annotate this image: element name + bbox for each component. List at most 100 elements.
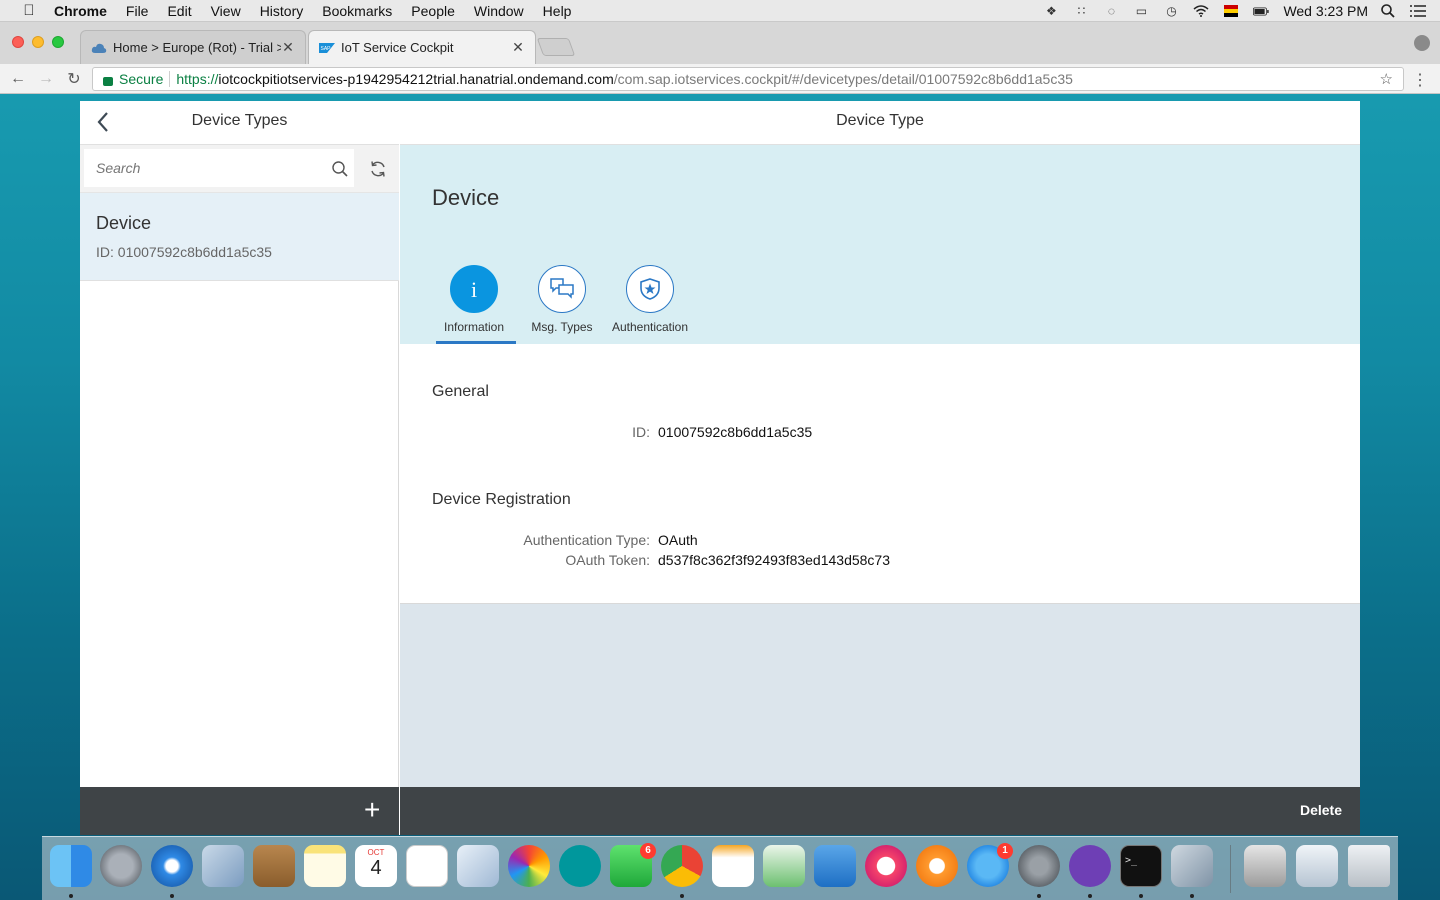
- applications-folder-icon[interactable]: [1244, 845, 1286, 887]
- arduino-icon[interactable]: [559, 845, 601, 887]
- wifi-icon[interactable]: [1193, 4, 1209, 18]
- airplay-icon[interactable]: ▭: [1133, 4, 1149, 18]
- downloads-stack-icon[interactable]: [1296, 845, 1338, 887]
- notes-icon[interactable]: [304, 845, 346, 887]
- menu-edit[interactable]: Edit: [167, 3, 191, 19]
- time-machine-icon[interactable]: ◷: [1163, 4, 1179, 18]
- apple-icon[interactable]: : [18, 2, 40, 19]
- dock: OCT 4 6 1 >_: [42, 836, 1398, 900]
- forward-arrow-icon[interactable]: →: [36, 70, 56, 88]
- github-desktop-icon[interactable]: [1069, 845, 1111, 887]
- spiral-icon[interactable]: ◌: [1103, 4, 1119, 18]
- image-capture-icon[interactable]: [1171, 845, 1213, 887]
- master-title: Device Types: [191, 112, 288, 129]
- master-pane: Device Types Device ID: 01007592c8b6dd1a…: [80, 101, 399, 835]
- spotlight-icon[interactable]: [1380, 4, 1396, 18]
- battery-icon[interactable]: [1253, 4, 1270, 18]
- information-content: General ID: 01007592c8b6dd1a5c35 Device …: [400, 344, 1360, 604]
- reminders-icon[interactable]: [406, 845, 448, 887]
- input-flag-icon[interactable]: [1223, 4, 1239, 18]
- id-label: ID:: [632, 424, 650, 440]
- search-input[interactable]: [84, 149, 354, 187]
- tab-information[interactable]: i Information: [434, 265, 516, 345]
- tab-msg-types[interactable]: Msg. Types: [522, 265, 602, 345]
- close-window-button[interactable]: [12, 36, 24, 48]
- list-item-title: Device: [96, 213, 152, 233]
- calendar-day: 4: [370, 857, 382, 879]
- profile-icon[interactable]: [1414, 35, 1430, 51]
- list-item-device[interactable]: Device ID: 01007592c8b6dd1a5c35: [80, 193, 399, 281]
- menu-history[interactable]: History: [260, 3, 304, 19]
- calendar-month: OCT: [367, 848, 385, 857]
- section-title-general: General: [432, 383, 489, 400]
- notification-center-icon[interactable]: [1410, 4, 1426, 18]
- keynote-icon[interactable]: [814, 845, 856, 887]
- add-icon[interactable]: +: [364, 796, 380, 824]
- photos-icon[interactable]: [508, 845, 550, 887]
- minimize-window-button[interactable]: [32, 36, 44, 48]
- app-store-badge: 1: [997, 843, 1013, 859]
- id-value: 01007592c8b6dd1a5c35: [658, 424, 813, 440]
- menu-bookmarks[interactable]: Bookmarks: [322, 3, 392, 19]
- new-tab-button[interactable]: [536, 38, 576, 56]
- menu-window[interactable]: Window: [474, 3, 524, 19]
- bookmark-star-icon[interactable]: ☆: [1380, 70, 1393, 88]
- itunes-icon[interactable]: [865, 845, 907, 887]
- tab-label: Msg. Types: [531, 320, 593, 334]
- preview-photos-icon[interactable]: [457, 845, 499, 887]
- secure-label: Secure: [119, 71, 164, 87]
- menu-help[interactable]: Help: [543, 3, 572, 19]
- chrome-icon[interactable]: [661, 845, 703, 887]
- oauth-token-label: OAuth Token:: [565, 552, 650, 568]
- browser-menu-icon[interactable]: ⋮: [1412, 70, 1428, 90]
- trash-icon[interactable]: [1348, 845, 1390, 887]
- tab-home-europe[interactable]: Home > Europe (Rot) - Trial > ✕: [80, 30, 306, 64]
- lock-icon: [103, 76, 113, 86]
- detail-footer: Delete: [400, 787, 1360, 835]
- tab-title: Home > Europe (Rot) - Trial >: [113, 40, 281, 55]
- close-tab-icon[interactable]: ✕: [511, 39, 525, 56]
- auth-type-value: OAuth: [658, 532, 698, 548]
- tab-label: Information: [443, 320, 505, 334]
- master-header: Device Types: [80, 101, 399, 145]
- reload-icon[interactable]: ↻: [64, 69, 84, 89]
- back-arrow-icon[interactable]: ←: [8, 70, 28, 88]
- search-icon[interactable]: [332, 161, 348, 177]
- svg-text:SAP: SAP: [321, 46, 332, 52]
- back-icon[interactable]: [96, 111, 118, 133]
- close-tab-icon[interactable]: ✕: [281, 39, 295, 56]
- address-bar[interactable]: Secure https://iotcockpitiotservices-p19…: [92, 67, 1404, 91]
- launchpad-icon[interactable]: [100, 845, 142, 887]
- menu-app-name[interactable]: Chrome: [54, 3, 107, 19]
- refresh-icon[interactable]: [369, 160, 387, 178]
- pages-icon[interactable]: [712, 845, 754, 887]
- zoom-window-button[interactable]: [52, 36, 64, 48]
- menu-view[interactable]: View: [211, 3, 241, 19]
- sap-logo-icon: SAP: [319, 42, 335, 53]
- tab-authentication[interactable]: Authentication: [610, 265, 690, 345]
- clock[interactable]: Wed 3:23 PM: [1283, 3, 1368, 19]
- grid-dots-icon[interactable]: ∷: [1073, 4, 1089, 18]
- delete-button[interactable]: Delete: [1300, 802, 1342, 818]
- finder-icon[interactable]: [50, 845, 92, 887]
- tab-iot-service-cockpit[interactable]: SAP IoT Service Cockpit ✕: [308, 30, 536, 64]
- contacts-icon[interactable]: [253, 845, 295, 887]
- numbers-icon[interactable]: [763, 845, 805, 887]
- dropbox-icon[interactable]: ❖: [1043, 4, 1059, 18]
- iot-cockpit-app: Device Types Device ID: 01007592c8b6dd1a…: [80, 101, 1360, 835]
- menu-people[interactable]: People: [411, 3, 455, 19]
- terminal-icon[interactable]: >_: [1120, 845, 1162, 887]
- url-path: /com.sap.iotservices.cockpit/#/devicetyp…: [613, 71, 1073, 87]
- menu-file[interactable]: File: [126, 3, 149, 19]
- calendar-icon[interactable]: OCT 4: [355, 845, 397, 887]
- oauth-token-value: d537f8c362f3f92493f83ed143d58c73: [658, 552, 890, 568]
- system-preferences-icon[interactable]: [1018, 845, 1060, 887]
- shield-icon: [626, 265, 674, 313]
- safari-icon[interactable]: [151, 845, 193, 887]
- ibooks-icon[interactable]: [916, 845, 958, 887]
- browser-tabbar: Home > Europe (Rot) - Trial > ✕ SAP IoT …: [0, 22, 1440, 64]
- url-host: iotcockpitiotservices-p1942954212trial.h…: [218, 71, 614, 87]
- mail-icon[interactable]: [202, 845, 244, 887]
- detail-pane: Device Type Device i Information Msg. Ty…: [400, 101, 1360, 835]
- info-icon: i: [450, 265, 498, 313]
